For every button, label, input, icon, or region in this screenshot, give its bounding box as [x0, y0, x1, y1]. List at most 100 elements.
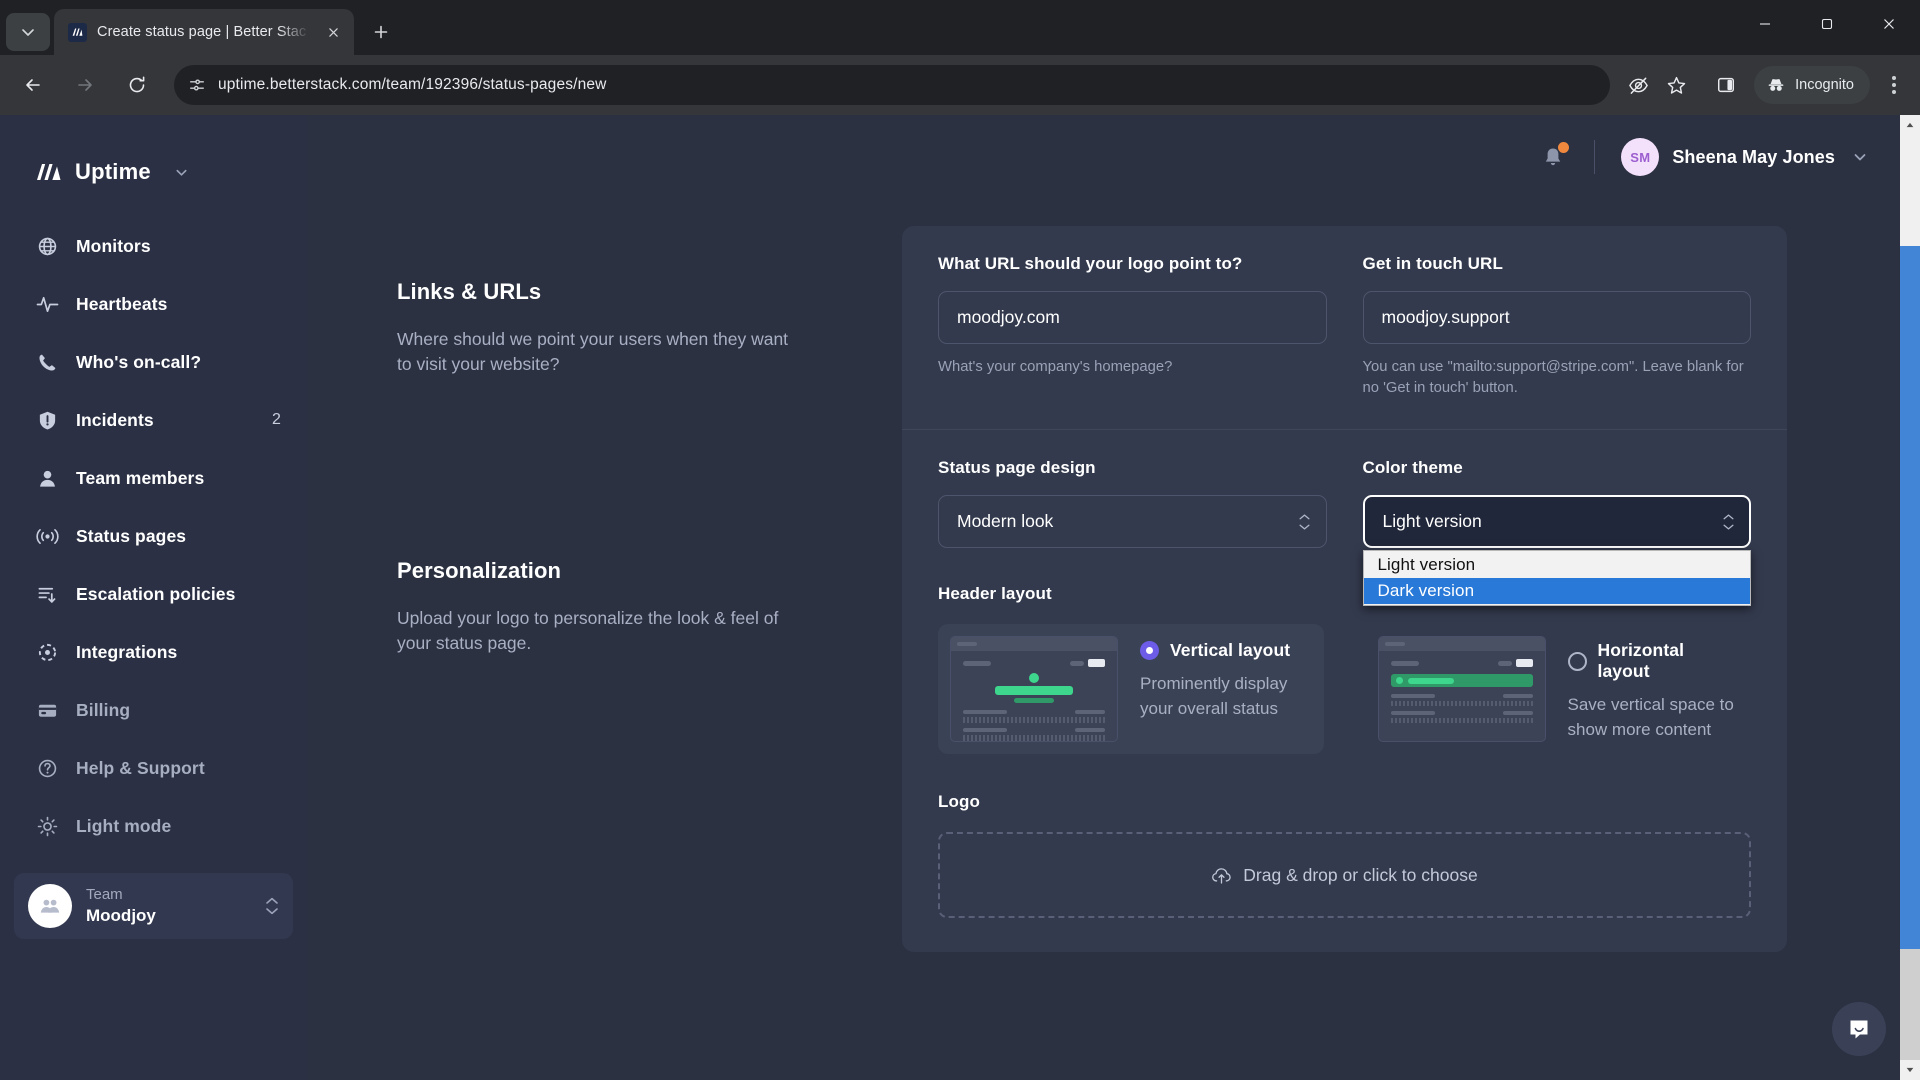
minimize-button[interactable] [1734, 0, 1796, 48]
close-icon [328, 27, 338, 37]
sidebar-item-label: Help & Support [76, 757, 205, 778]
new-tab-button[interactable] [364, 15, 398, 49]
user-menu[interactable]: SM Sheena May Jones [1621, 138, 1868, 176]
integrations-icon [36, 642, 59, 663]
team-name: Moodjoy [86, 905, 156, 925]
section-title: Personalization [397, 557, 562, 583]
sidebar-item-light-mode[interactable]: Light mode [0, 797, 307, 855]
get-in-touch-url-input[interactable] [1362, 291, 1751, 344]
tab-search-button[interactable] [6, 13, 50, 51]
browser-tab[interactable]: Create status page | Better Stac [54, 9, 354, 55]
chevron-down-icon [1852, 149, 1868, 165]
status-page-design-group: Status page design Modern look [938, 458, 1327, 548]
notification-dot [1558, 142, 1570, 153]
sidebar-item-heartbeats[interactable]: Heartbeats [0, 275, 307, 333]
credit-card-icon [36, 700, 59, 721]
header-layout-option-vertical[interactable]: Vertical layout Prominently display your… [938, 624, 1324, 755]
side-panel-icon[interactable] [1708, 67, 1744, 103]
radio-selected-icon[interactable] [1140, 641, 1159, 660]
globe-icon [36, 236, 59, 257]
sidebar-item-label: Status pages [76, 525, 187, 546]
reload-icon [129, 76, 145, 93]
color-theme-group: Color theme Light version Light version … [1362, 458, 1751, 606]
sidebar-item-help-support[interactable]: Help & Support [0, 739, 307, 797]
header-layout-options: Vertical layout Prominently display your… [938, 624, 1752, 755]
sidebar-nav: Monitors Heartbeats Who's on-call? Incid… [0, 199, 307, 681]
scroll-down-button[interactable] [1900, 1060, 1920, 1080]
close-window-button[interactable] [1858, 0, 1920, 48]
page-scrollbar[interactable] [1900, 115, 1920, 1080]
option-description: Prominently display your overall status [1140, 674, 1288, 718]
sidebar-item-status-pages[interactable]: Status pages [0, 507, 307, 565]
sidebar-item-badge: 2 [272, 411, 281, 428]
incognito-indicator[interactable]: Incognito [1754, 66, 1870, 104]
notifications-button[interactable] [1536, 140, 1570, 174]
close-tab-button[interactable] [320, 19, 346, 45]
browser-menu-button[interactable] [1876, 65, 1912, 105]
sidebar-item-monitors[interactable]: Monitors [0, 217, 307, 275]
user-icon [36, 468, 59, 489]
team-label: Team [86, 886, 123, 903]
address-bar[interactable]: uptime.betterstack.com/team/192396/statu… [174, 65, 1611, 105]
logo-dropzone[interactable]: Drag & drop or click to choose [938, 832, 1751, 919]
sidebar-item-label: Light mode [76, 815, 172, 836]
scroll-up-button[interactable] [1900, 115, 1920, 135]
color-theme-select[interactable]: Light version [1362, 495, 1751, 548]
tab-strip: Create status page | Better Stac [0, 0, 1920, 55]
forward-button[interactable] [65, 65, 105, 105]
radio-unselected-icon[interactable] [1567, 651, 1587, 671]
header-divider [1594, 140, 1596, 174]
logo-label: Logo [938, 792, 980, 812]
intercom-launcher[interactable] [1832, 1002, 1886, 1056]
brand-switcher[interactable]: Uptime [0, 115, 307, 199]
field-help: You can use "mailto:support@stripe.com".… [1362, 359, 1744, 396]
section-description: Upload your logo to personalize the look… [397, 607, 779, 654]
team-switcher[interactable]: Team Moodjoy [14, 873, 293, 939]
incognito-label: Incognito [1795, 77, 1854, 93]
menu-dot [1892, 76, 1896, 80]
dropdown-option-dark-version[interactable]: Dark version [1363, 578, 1750, 604]
pulse-icon [36, 294, 59, 315]
sidebar: Uptime Monitors Heartbeats Who's on-call… [0, 115, 307, 1080]
sidebar-item-whos-on-call[interactable]: Who's on-call? [0, 333, 307, 391]
avatar: SM [1621, 138, 1660, 176]
header-layout-option-horizontal[interactable]: Horizontal layout Save vertical space to… [1366, 624, 1752, 754]
broadcast-icon [36, 526, 59, 547]
team-avatar-icon [28, 884, 72, 928]
shield-alert-icon [36, 410, 59, 431]
vertical-layout-preview [950, 636, 1118, 742]
site-settings-icon[interactable] [188, 76, 206, 94]
back-button[interactable] [13, 65, 53, 105]
field-help: What's your company's homepage? [938, 359, 1173, 375]
select-value: Modern look [957, 511, 1054, 531]
dropdown-option-light-version[interactable]: Light version [1364, 552, 1751, 578]
scrollbar-track[interactable] [1900, 135, 1920, 1060]
bookmark-star-icon[interactable] [1658, 67, 1694, 103]
escalation-icon [36, 584, 59, 605]
scrollbar-thumb[interactable] [1900, 246, 1920, 949]
betterstack-favicon [68, 22, 87, 42]
uptime-logo-icon [37, 164, 61, 180]
sidebar-item-integrations[interactable]: Integrations [0, 623, 307, 681]
tracking-protection-icon[interactable] [1620, 67, 1656, 103]
team-info: Team Moodjoy [86, 886, 156, 926]
incognito-icon [1768, 79, 1784, 91]
color-theme-dropdown[interactable]: Light version Dark version [1362, 550, 1751, 606]
maximize-button[interactable] [1796, 0, 1858, 48]
sidebar-item-incidents[interactable]: Incidents 2 [0, 391, 307, 449]
question-circle-icon [36, 758, 59, 779]
plus-icon [374, 25, 388, 39]
chevron-down-icon [22, 29, 34, 36]
vertical-layout-head: Vertical layout [1140, 640, 1308, 661]
content-columns: Links & URLs Where should we point your … [307, 199, 1920, 953]
logo-url-input[interactable] [938, 291, 1327, 344]
field-label: What URL should your logo point to? [938, 254, 1243, 273]
sidebar-item-team-members[interactable]: Team members [0, 449, 307, 507]
chevron-down-icon [174, 165, 189, 180]
status-page-design-select[interactable]: Modern look [938, 495, 1327, 548]
sidebar-item-billing[interactable]: Billing [0, 681, 307, 739]
sidebar-item-escalation-policies[interactable]: Escalation policies [0, 565, 307, 623]
horizontal-layout-head: Horizontal layout [1567, 640, 1736, 682]
logo-row: Logo Drag & drop or click to choose [902, 764, 1787, 952]
reload-button[interactable] [117, 65, 157, 105]
